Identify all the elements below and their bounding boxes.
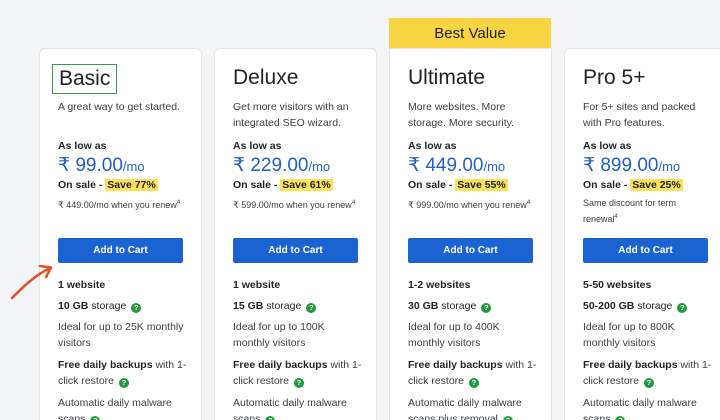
feature-malware: Automatic daily malware scans ? — [233, 395, 363, 420]
add-to-cart-button[interactable]: Add to Cart — [408, 238, 533, 263]
help-icon[interactable]: ? — [306, 303, 317, 313]
add-to-cart-button[interactable]: Add to Cart — [583, 238, 708, 263]
feature-backups: Free daily backups with 1-click restore … — [583, 359, 712, 388]
plan-card-deluxe: Deluxe Get more visitors with an integra… — [214, 48, 377, 420]
feature-malware: Automatic daily malware scans ? — [58, 395, 188, 420]
plan-name: Pro 5+ — [583, 66, 646, 89]
feature-storage: 30 GB storage ? — [408, 298, 538, 314]
best-value-badge: Best Value — [389, 18, 551, 49]
feature-visitors: Ideal for up to 800K monthly visitors — [583, 321, 675, 349]
help-icon[interactable]: ? — [615, 416, 626, 420]
feature-visitors: Ideal for up to 100K monthly visitors — [233, 321, 325, 349]
plan-card-pro5: Pro 5+ For 5+ sites and packed with Pro … — [564, 48, 720, 420]
renewal-price: ₹ 999.00/mo when you renew4 — [408, 200, 531, 210]
save-badge: Save 25% — [630, 179, 683, 191]
help-icon[interactable]: ? — [118, 378, 129, 388]
add-to-cart-button[interactable]: Add to Cart — [233, 238, 358, 263]
feature-websites: 1-2 websites — [408, 279, 471, 291]
plan-card-ultimate: Ultimate More websites. More storage. Mo… — [389, 48, 552, 420]
feature-websites: 1 website — [58, 279, 106, 291]
renewal-price: Same discount for term renewal4 — [583, 198, 677, 224]
feature-visitors: Ideal for up to 25K monthly visitors — [58, 321, 184, 349]
as-low-as-label: As low as — [408, 140, 457, 152]
feature-storage: 50-200 GB storage ? — [583, 298, 713, 314]
help-icon[interactable]: ? — [502, 416, 513, 420]
sale-line: On sale - Save 77% — [58, 179, 158, 191]
help-icon[interactable]: ? — [131, 303, 142, 313]
pricing-page: Best Value Basic A great way to get star… — [0, 0, 720, 420]
sale-line: On sale - Save 55% — [408, 179, 508, 191]
help-icon[interactable]: ? — [265, 416, 276, 420]
plan-description: A great way to get started. — [58, 101, 180, 113]
renewal-price: ₹ 449.00/mo when you renew4 — [58, 200, 181, 210]
feature-websites: 5-50 websites — [583, 279, 652, 291]
feature-websites: 1 website — [233, 279, 281, 291]
feature-backups: Free daily backups with 1-click restore … — [408, 359, 537, 388]
as-low-as-label: As low as — [233, 140, 282, 152]
save-badge: Save 61% — [280, 179, 333, 191]
feature-malware: Automatic daily malware scans plus remov… — [408, 395, 538, 420]
plan-description: For 5+ sites and packed with Pro feature… — [583, 101, 696, 129]
plan-price: ₹ 229.00/mo — [233, 155, 331, 176]
help-icon[interactable]: ? — [90, 416, 101, 420]
as-low-as-label: As low as — [58, 140, 107, 152]
add-to-cart-button[interactable]: Add to Cart — [58, 238, 183, 263]
save-badge: Save 55% — [455, 179, 508, 191]
plan-price: ₹ 449.00/mo — [408, 155, 506, 176]
plan-description: More websites. More storage. More securi… — [408, 101, 515, 129]
plan-name: Basic — [52, 64, 118, 94]
help-icon[interactable]: ? — [293, 378, 304, 388]
plan-name: Deluxe — [233, 66, 299, 89]
annotation-arrow-icon — [10, 264, 53, 300]
plan-card-basic: Basic A great way to get started. As low… — [39, 48, 202, 420]
feature-storage: 15 GB storage ? — [233, 298, 363, 314]
plan-price: ₹ 99.00/mo — [58, 155, 145, 176]
help-icon[interactable]: ? — [677, 303, 688, 313]
feature-malware: Automatic daily malware scans ? — [583, 395, 713, 420]
feature-visitors: Ideal for up to 400K monthly visitors — [408, 321, 500, 349]
renewal-price: ₹ 599.00/mo when you renew4 — [233, 200, 356, 210]
save-badge: Save 77% — [105, 179, 158, 191]
sale-line: On sale - Save 61% — [233, 179, 333, 191]
help-icon[interactable]: ? — [481, 303, 492, 313]
feature-backups: Free daily backups with 1-click restore … — [233, 359, 362, 388]
feature-backups: Free daily backups with 1-click restore … — [58, 359, 187, 388]
feature-storage: 10 GB storage ? — [58, 298, 188, 314]
help-icon[interactable]: ? — [643, 378, 654, 388]
plan-name: Ultimate — [408, 66, 486, 89]
sale-line: On sale - Save 25% — [583, 179, 683, 191]
as-low-as-label: As low as — [583, 140, 632, 152]
plan-description: Get more visitors with an integrated SEO… — [233, 101, 349, 129]
help-icon[interactable]: ? — [468, 378, 479, 388]
plan-price: ₹ 899.00/mo — [583, 155, 681, 176]
